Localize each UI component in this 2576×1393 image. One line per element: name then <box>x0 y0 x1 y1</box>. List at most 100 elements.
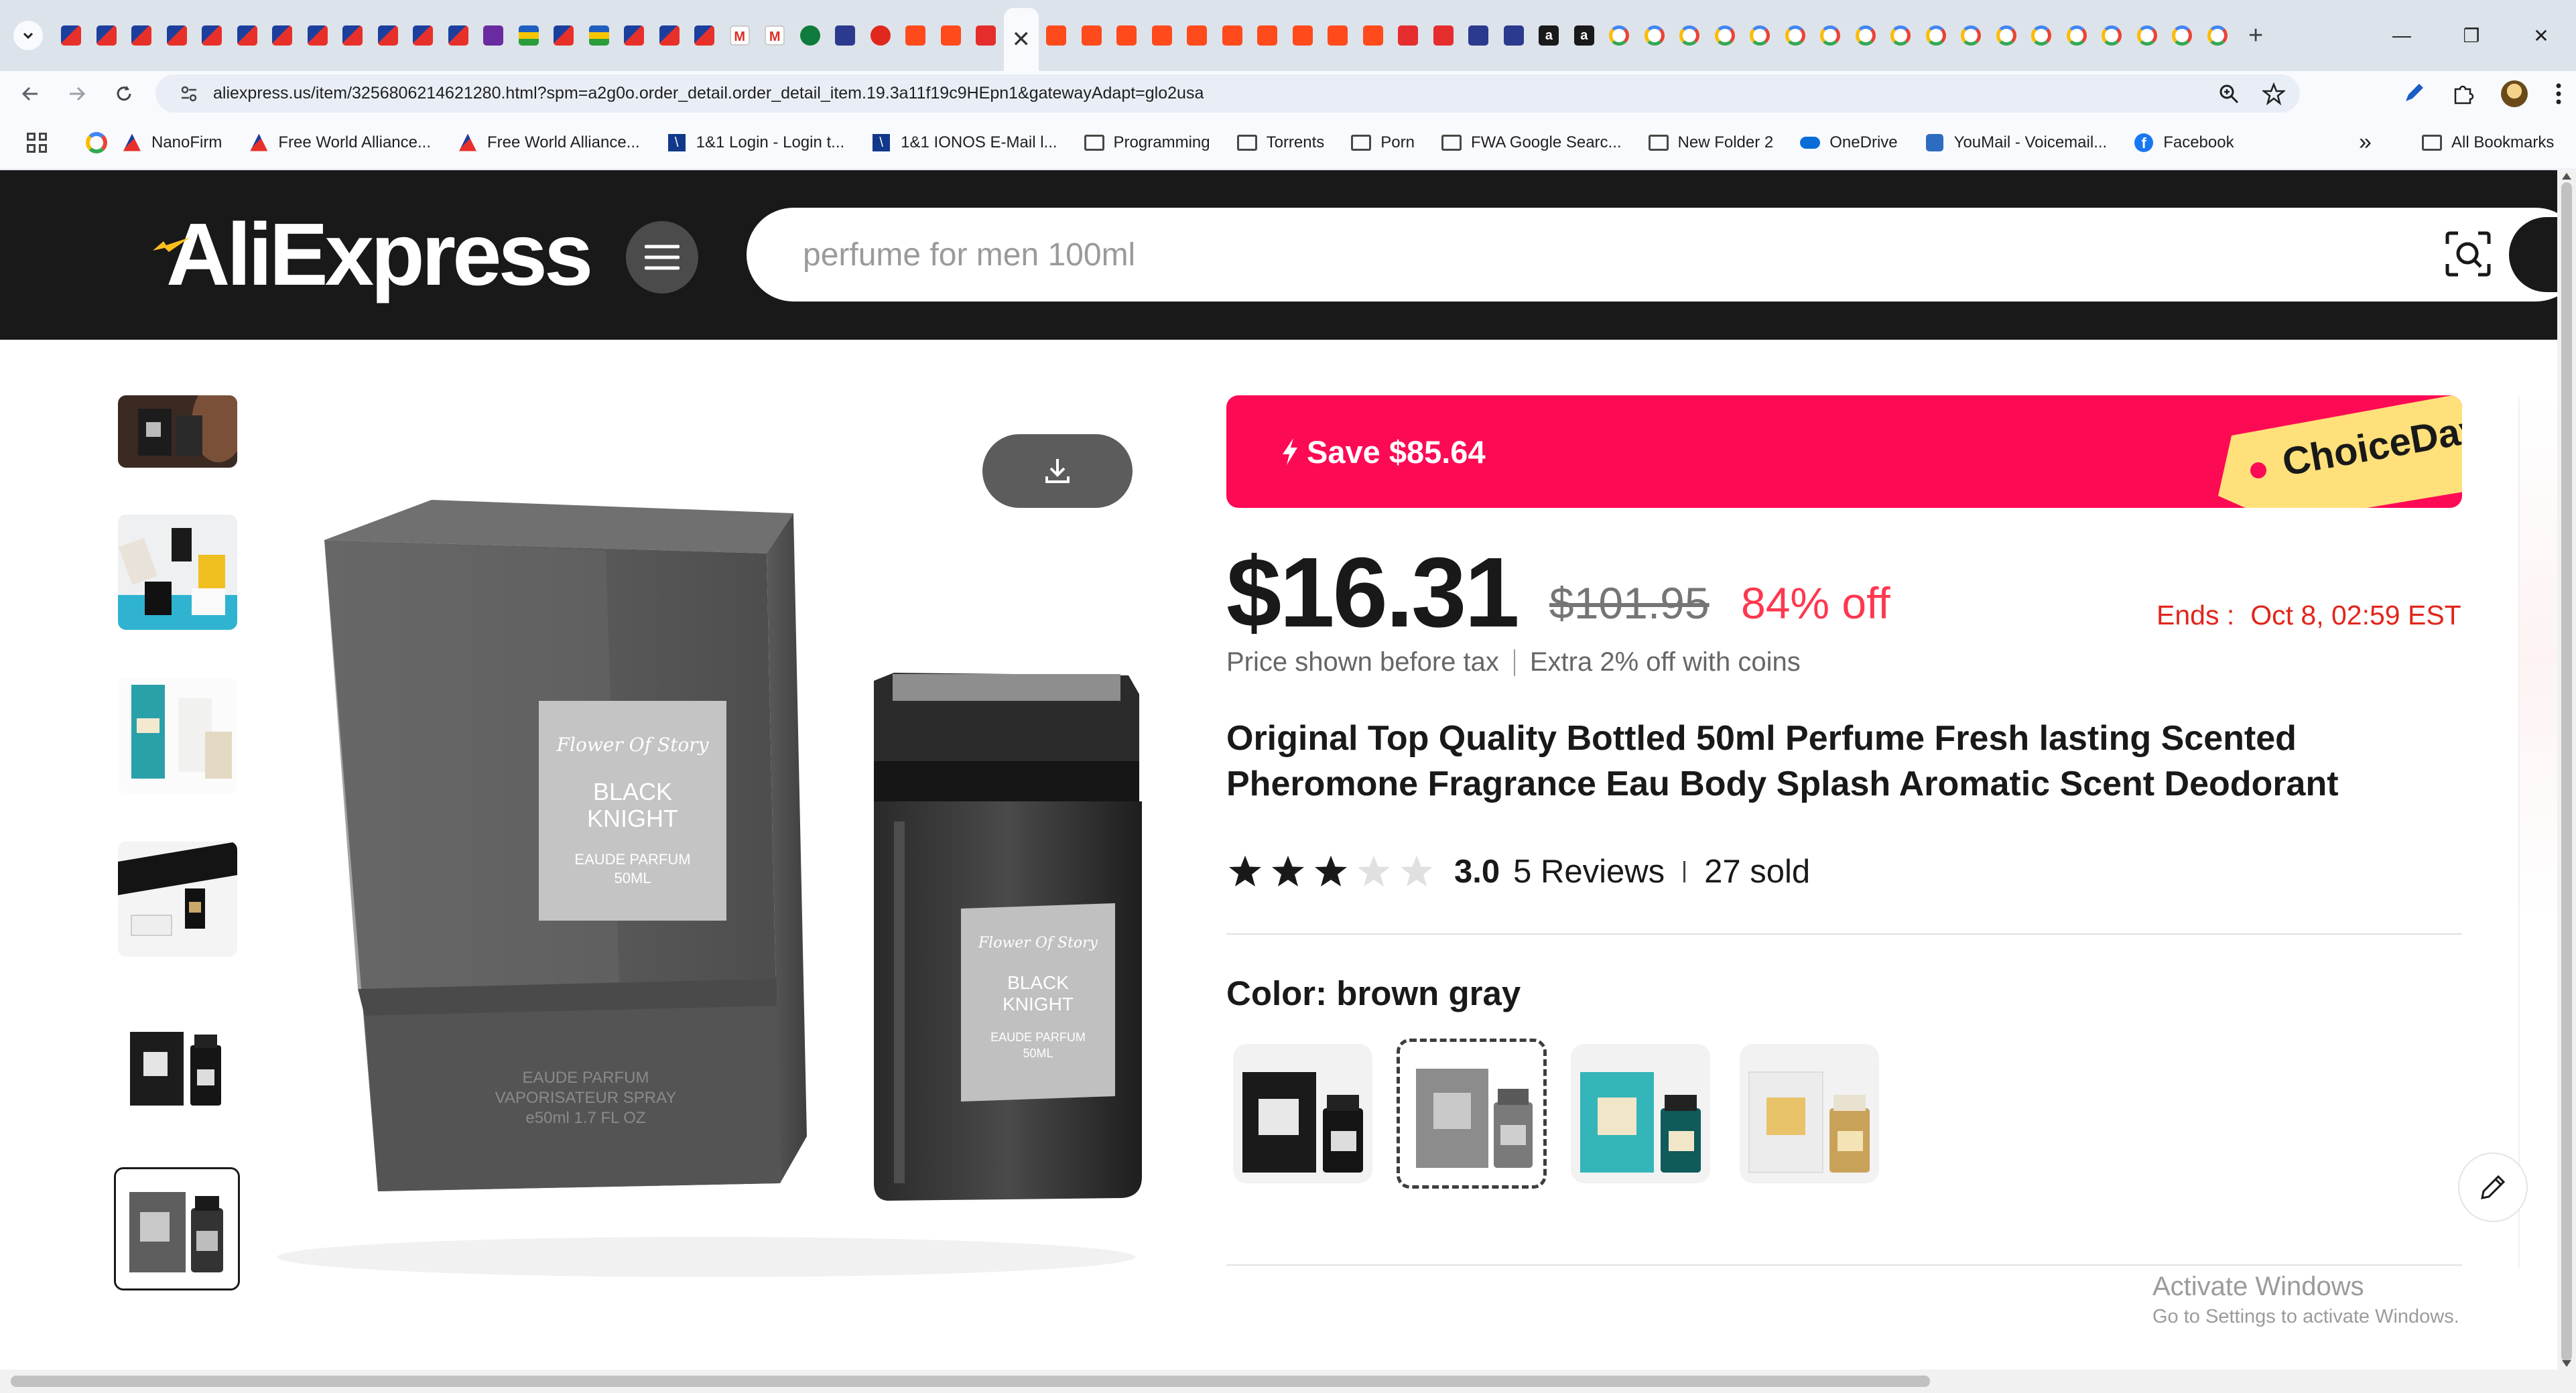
bookmark-item[interactable]: f Facebook <box>2134 133 2234 153</box>
tab-13[interactable] <box>476 0 511 71</box>
tab-44[interactable]: a <box>1567 0 1602 71</box>
aliexpress-logo[interactable]: AliExpress <box>153 205 593 304</box>
tab-54[interactable] <box>1919 0 1954 71</box>
color-option-brown-gray-selected[interactable] <box>1397 1039 1547 1189</box>
more-menu-icon[interactable] <box>2555 82 2563 106</box>
all-bookmarks[interactable]: All Bookmarks <box>2422 133 2554 153</box>
tab-15[interactable] <box>546 0 582 71</box>
bookmark-item[interactable]: Porn <box>1351 133 1415 153</box>
color-option-white-gold[interactable] <box>1740 1044 1879 1183</box>
tab-14[interactable] <box>511 0 547 71</box>
reviews-link[interactable]: 5 Reviews <box>1513 853 1665 890</box>
tab-61[interactable] <box>2165 0 2200 71</box>
tab-49[interactable] <box>1742 0 1778 71</box>
tab-45[interactable] <box>1602 0 1637 71</box>
tab-20[interactable]: M <box>722 0 758 71</box>
bookmark-item[interactable]: New Folder 2 <box>1648 133 1773 153</box>
coins-note[interactable]: Extra 2% off with coins <box>1530 647 1801 677</box>
pen-extension-icon[interactable] <box>2402 82 2425 105</box>
tab-29[interactable] <box>1039 0 1074 71</box>
back-button[interactable] <box>7 71 54 116</box>
bookmark-item[interactable]: Free World Alliance... <box>458 133 640 153</box>
tab-58[interactable] <box>2059 0 2095 71</box>
site-info-icon[interactable] <box>169 84 209 104</box>
tab-24[interactable] <box>863 0 899 71</box>
tab-11[interactable] <box>405 0 441 71</box>
tab-18[interactable] <box>652 0 688 71</box>
tab-active[interactable]: ✕ <box>1003 8 1039 71</box>
tab-search-button[interactable] <box>13 21 43 50</box>
gallery-thumbnail-6-selected[interactable] <box>114 1167 240 1290</box>
bookmark-star-icon[interactable] <box>2262 82 2285 105</box>
tab-16[interactable] <box>582 0 617 71</box>
tab-5[interactable] <box>194 0 230 71</box>
bookmark-item[interactable]: Torrents <box>1236 133 1324 153</box>
tab-22[interactable] <box>793 0 828 71</box>
scroll-thumb[interactable] <box>2561 182 2572 1362</box>
tab-40[interactable] <box>1426 0 1462 71</box>
tab-7[interactable] <box>265 0 300 71</box>
tab-47[interactable] <box>1672 0 1708 71</box>
categories-menu-button[interactable] <box>626 221 698 293</box>
gallery-thumbnail-2[interactable] <box>118 515 237 630</box>
color-option-black[interactable] <box>1233 1044 1372 1183</box>
address-bar[interactable]: aliexpress.us/item/3256806214621280.html… <box>155 74 2300 113</box>
tab-57[interactable] <box>2024 0 2059 71</box>
tab-48[interactable] <box>1708 0 1743 71</box>
tab-62[interactable] <box>2200 0 2236 71</box>
zoom-icon[interactable] <box>2218 83 2240 105</box>
restore-button[interactable]: ❐ <box>2437 0 2506 71</box>
extensions-puzzle-icon[interactable] <box>2451 82 2474 105</box>
tab-53[interactable] <box>1883 0 1919 71</box>
close-window-button[interactable]: ✕ <box>2506 0 2576 71</box>
address-url[interactable]: aliexpress.us/item/3256806214621280.html… <box>213 84 1204 103</box>
color-option-teal[interactable] <box>1571 1044 1710 1183</box>
tab-52[interactable] <box>1848 0 1884 71</box>
tab-36[interactable] <box>1285 0 1321 71</box>
tab-23[interactable] <box>828 0 863 71</box>
tab-17[interactable] <box>617 0 652 71</box>
tab-46[interactable] <box>1637 0 1673 71</box>
bookmarks-overflow-button[interactable]: » <box>2359 129 2372 155</box>
bookmark-item[interactable]: Programming <box>1084 133 1210 153</box>
image-search-icon[interactable] <box>2443 229 2493 279</box>
tab-19[interactable] <box>687 0 722 71</box>
tab-37[interactable] <box>1320 0 1356 71</box>
tab-9[interactable] <box>335 0 371 71</box>
bookmark-item[interactable]: NanoFirm <box>122 133 222 153</box>
tab-60[interactable] <box>2130 0 2165 71</box>
tab-56[interactable] <box>1989 0 2024 71</box>
tab-27[interactable] <box>968 0 1004 71</box>
tab-59[interactable] <box>2094 0 2130 71</box>
horizontal-scrollbar[interactable] <box>0 1370 2576 1393</box>
download-image-button[interactable] <box>982 434 1133 508</box>
reload-button[interactable] <box>101 71 147 116</box>
tab-43[interactable]: a <box>1531 0 1567 71</box>
bookmark-item[interactable]: \ 1&1 IONOS E-Mail l... <box>871 133 1057 153</box>
bookmark-item[interactable]: OneDrive <box>1800 133 1898 153</box>
minimize-button[interactable]: — <box>2367 0 2437 71</box>
bookmark-item[interactable]: YouMail - Voicemail... <box>1925 133 2107 153</box>
tab-6[interactable] <box>230 0 265 71</box>
tab-1[interactable] <box>54 0 89 71</box>
search-input[interactable] <box>803 236 2277 273</box>
tab-51[interactable] <box>1813 0 1848 71</box>
tab-12[interactable] <box>441 0 476 71</box>
product-main-image[interactable]: Flower Of Story BLACK KNIGHT EAUDE PARFU… <box>271 399 1170 1303</box>
tab-34[interactable] <box>1215 0 1250 71</box>
tab-25[interactable] <box>898 0 933 71</box>
bookmark-item[interactable]: Free World Alliance... <box>249 133 431 153</box>
tab-32[interactable] <box>1145 0 1180 71</box>
gallery-thumbnail-4[interactable] <box>118 842 237 957</box>
tab-26[interactable] <box>933 0 969 71</box>
profile-avatar[interactable] <box>2501 80 2528 107</box>
tab-38[interactable] <box>1356 0 1391 71</box>
tab-10[interactable] <box>371 0 406 71</box>
bookmark-item[interactable]: \ 1&1 Login - Login t... <box>667 133 844 153</box>
gallery-thumbnail-5[interactable] <box>118 1005 237 1120</box>
tab-35[interactable] <box>1250 0 1285 71</box>
edit-button[interactable] <box>2458 1152 2528 1222</box>
gallery-thumbnail-3[interactable] <box>118 678 237 793</box>
scroll-thumb[interactable] <box>11 1376 1930 1387</box>
bookmark-item[interactable]: FWA Google Searc... <box>1441 133 1622 153</box>
